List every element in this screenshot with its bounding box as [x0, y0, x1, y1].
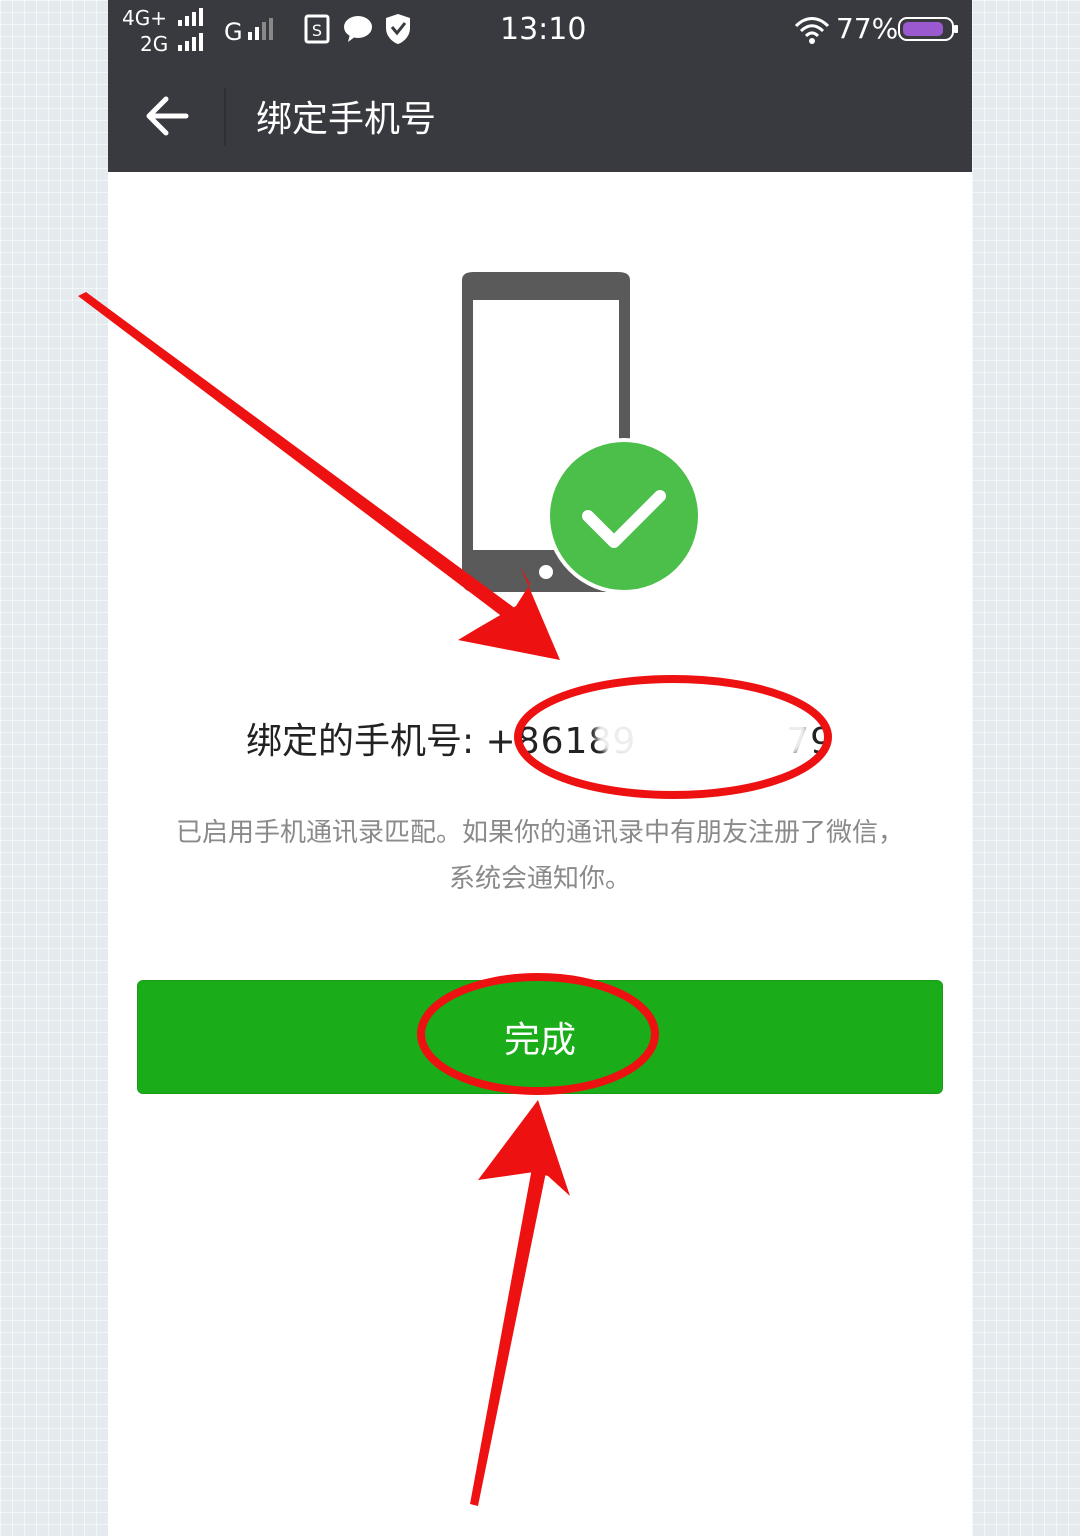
wifi-icon — [794, 17, 830, 44]
back-button[interactable] — [136, 86, 200, 146]
vpn-shield-icon — [386, 14, 410, 44]
battery-percent: 77% — [836, 12, 899, 45]
network-type-g: G — [224, 18, 243, 46]
signal-icon — [178, 8, 203, 26]
battery-icon — [898, 17, 958, 41]
page-title: 绑定手机号 — [256, 99, 437, 140]
signal-icon — [178, 33, 203, 51]
privacy-blur-mask — [596, 706, 808, 758]
svg-text:S: S — [312, 21, 322, 40]
arrow-left-icon — [146, 96, 189, 136]
network-type-4g: 4G+ — [122, 6, 167, 30]
description-line-1: 已启用手机通讯录匹配。如果你的通讯录中有朋友注册了微信， — [175, 818, 904, 848]
description-line-2: 系统会通知你。 — [448, 864, 631, 894]
checkmark-circle-icon — [546, 438, 702, 594]
network-type-2g: 2G — [140, 32, 169, 56]
clock-time: 13:10 — [500, 12, 587, 47]
bound-phone-illustration — [462, 272, 702, 594]
done-button[interactable]: 完成 — [137, 980, 943, 1094]
phone-screen: 4G+ 2G G S 13:10 77% 绑定手机号 绑定的手机号: +8618… — [108, 0, 972, 1536]
done-button-label: 完成 — [503, 1020, 576, 1061]
status-bar: 4G+ 2G G S 13:10 77% — [108, 0, 972, 60]
contact-match-description: 已启用手机通讯录匹配。如果你的通讯录中有朋友注册了微信， 系统会通知你。 — [128, 810, 952, 902]
signal-icon — [248, 18, 273, 40]
title-divider — [224, 88, 226, 146]
bound-number-line: 绑定的手机号: +86189 79 — [108, 712, 972, 764]
sim-s-icon: S — [304, 14, 330, 44]
chat-bubble-icon — [344, 16, 372, 42]
bound-number-label: 绑定的手机号: — [245, 721, 486, 762]
title-bar: 绑定手机号 — [108, 60, 972, 172]
